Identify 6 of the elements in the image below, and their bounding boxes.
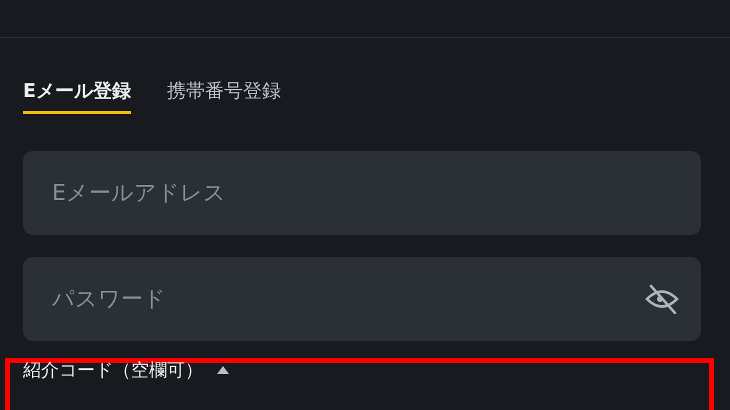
- referral-code-toggle[interactable]: 紹介コード（空欄可）: [23, 358, 229, 382]
- tab[interactable]: Eメール登録: [23, 78, 131, 114]
- email-field[interactable]: Eメールアドレス: [23, 151, 701, 235]
- password-field[interactable]: パスワード: [23, 257, 701, 341]
- tab[interactable]: 携帯番号登録: [166, 78, 281, 114]
- eye-hidden-icon[interactable]: [645, 284, 679, 314]
